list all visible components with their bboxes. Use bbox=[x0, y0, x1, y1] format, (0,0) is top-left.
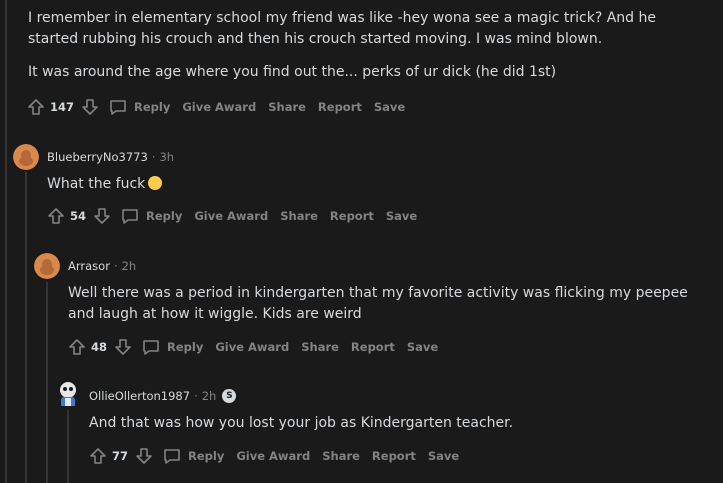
reply-label: Reply bbox=[167, 340, 204, 354]
vote-score: 77 bbox=[112, 449, 129, 463]
comment-body: And that was how you lost your job as Ki… bbox=[89, 415, 514, 431]
save-button[interactable]: Save bbox=[374, 100, 405, 114]
comment-meta: BlueberryNo3773 · 3h bbox=[47, 150, 174, 164]
upvote-icon[interactable] bbox=[88, 446, 108, 466]
comment-body: It was around the age where you find out… bbox=[28, 64, 557, 80]
reply-button[interactable]: Reply bbox=[162, 446, 224, 466]
thread-line[interactable] bbox=[5, 0, 7, 483]
avatar[interactable] bbox=[34, 253, 60, 279]
timestamp[interactable]: 2h bbox=[202, 389, 217, 403]
reply-button[interactable]: Reply bbox=[108, 97, 170, 117]
reply-label: Reply bbox=[188, 449, 225, 463]
give-award-button[interactable]: Give Award bbox=[236, 449, 310, 463]
thread-line[interactable] bbox=[46, 282, 48, 483]
vote-score: 48 bbox=[91, 340, 108, 354]
vote-score: 147 bbox=[50, 100, 75, 114]
avatar[interactable] bbox=[55, 380, 81, 406]
thread-line[interactable] bbox=[25, 172, 27, 483]
report-button[interactable]: Report bbox=[351, 340, 395, 354]
user-badge-icon: S bbox=[222, 389, 237, 403]
separator: · bbox=[151, 150, 156, 164]
downvote-icon[interactable] bbox=[113, 337, 133, 357]
comment-actions: 77 Reply Give Award Share Report Save bbox=[88, 446, 459, 466]
upvote-icon[interactable] bbox=[67, 337, 87, 357]
reply-button[interactable]: Reply bbox=[141, 337, 203, 357]
share-button[interactable]: Share bbox=[268, 100, 306, 114]
comment-icon bbox=[108, 97, 128, 117]
comment: What the fuck bbox=[47, 174, 687, 195]
author-name[interactable]: BlueberryNo3773 bbox=[47, 150, 148, 164]
vote-score: 54 bbox=[70, 209, 87, 223]
reply-label: Reply bbox=[146, 209, 183, 223]
report-button[interactable]: Report bbox=[372, 449, 416, 463]
share-button[interactable]: Share bbox=[322, 449, 360, 463]
give-award-button[interactable]: Give Award bbox=[215, 340, 289, 354]
rolling-laughing-emoji-icon bbox=[148, 176, 163, 190]
comment-icon bbox=[141, 337, 161, 357]
comment-actions: 147 Reply Give Award Share Report Save bbox=[26, 97, 405, 117]
reply-button[interactable]: Reply bbox=[120, 206, 182, 226]
save-button[interactable]: Save bbox=[428, 449, 459, 463]
comment: Well there was a period in kindergarten … bbox=[68, 283, 688, 325]
save-button[interactable]: Save bbox=[386, 209, 417, 223]
comment-body: What the fuck bbox=[47, 176, 146, 192]
author-name[interactable]: Arrasor bbox=[68, 259, 110, 273]
reply-label: Reply bbox=[134, 100, 171, 114]
comment: I remember in elementary school my frien… bbox=[28, 8, 698, 83]
comment-actions: 54 Reply Give Award Share Report Save bbox=[46, 206, 417, 226]
comment-body: I remember in elementary school my frien… bbox=[28, 10, 657, 47]
share-button[interactable]: Share bbox=[301, 340, 339, 354]
comment-body-line: What the fuck bbox=[47, 174, 687, 195]
upvote-icon[interactable] bbox=[26, 97, 46, 117]
save-button[interactable]: Save bbox=[407, 340, 438, 354]
share-button[interactable]: Share bbox=[280, 209, 318, 223]
separator: · bbox=[113, 259, 118, 273]
thread-line[interactable] bbox=[67, 410, 69, 483]
downvote-icon[interactable] bbox=[80, 97, 100, 117]
comment-body: Well there was a period in kindergarten … bbox=[68, 285, 688, 322]
report-button[interactable]: Report bbox=[318, 100, 362, 114]
comment-icon bbox=[162, 446, 182, 466]
comment: And that was how you lost your job as Ki… bbox=[89, 413, 689, 434]
give-award-button[interactable]: Give Award bbox=[194, 209, 268, 223]
comment-actions: 48 Reply Give Award Share Report Save bbox=[67, 337, 438, 357]
timestamp[interactable]: 2h bbox=[122, 259, 137, 273]
downvote-icon[interactable] bbox=[134, 446, 154, 466]
comment-meta: OllieOllerton1987 · 2h S bbox=[89, 389, 237, 403]
author-name[interactable]: OllieOllerton1987 bbox=[89, 389, 190, 403]
give-award-button[interactable]: Give Award bbox=[182, 100, 256, 114]
comment-icon bbox=[120, 206, 140, 226]
upvote-icon[interactable] bbox=[46, 206, 66, 226]
avatar[interactable] bbox=[13, 144, 39, 170]
report-button[interactable]: Report bbox=[330, 209, 374, 223]
timestamp[interactable]: 3h bbox=[159, 150, 174, 164]
comment-meta: Arrasor · 2h bbox=[68, 259, 136, 273]
separator: · bbox=[194, 389, 198, 403]
downvote-icon[interactable] bbox=[92, 206, 112, 226]
